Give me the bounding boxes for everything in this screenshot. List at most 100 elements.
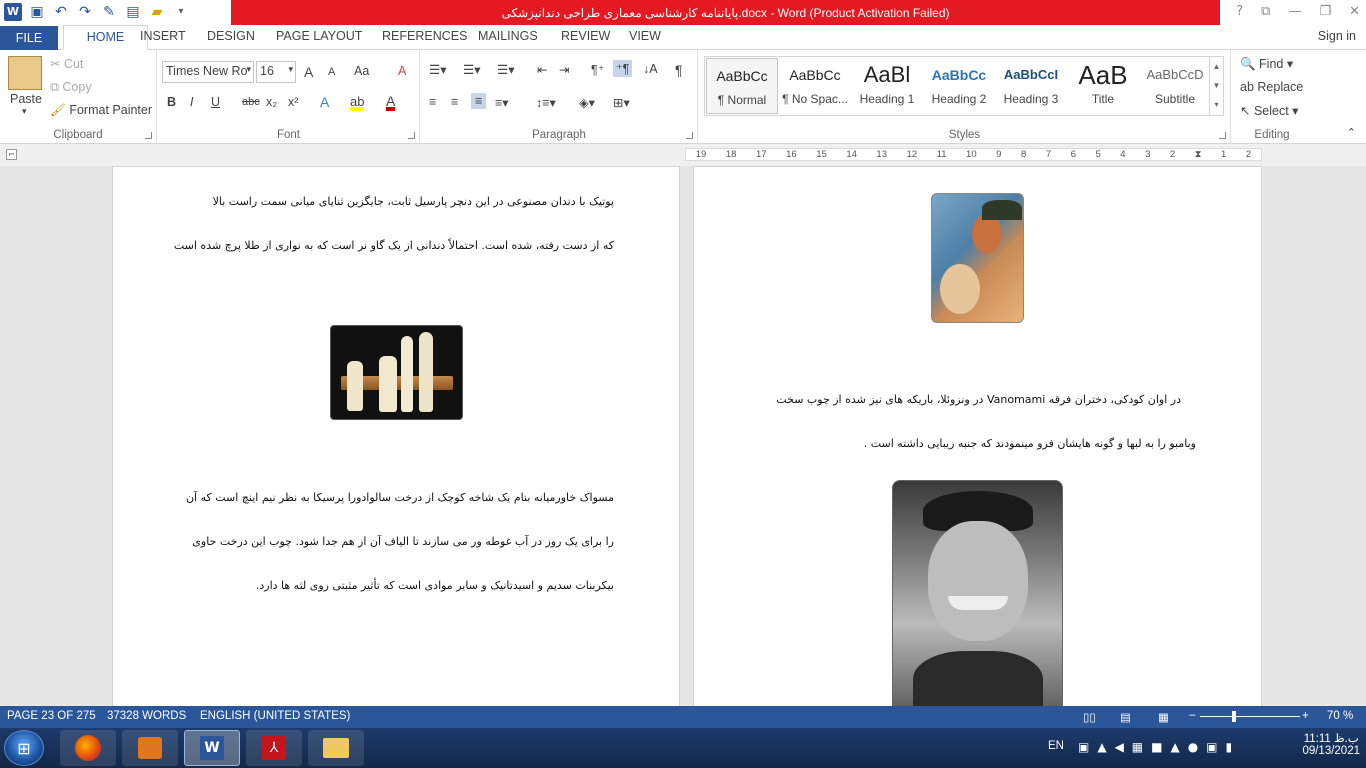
- start-button[interactable]: ⊞: [4, 730, 44, 766]
- change-case-button[interactable]: Aa: [354, 64, 369, 78]
- justify-icon[interactable]: ≡▾: [495, 95, 509, 110]
- borders-icon[interactable]: ⊞▾: [613, 95, 630, 110]
- word-taskbar-icon[interactable]: W: [184, 730, 240, 766]
- line-spacing-icon[interactable]: ↕≡▾: [536, 95, 556, 110]
- acrobat-icon[interactable]: ⅄: [246, 730, 302, 766]
- tab-mailings[interactable]: MAILINGS: [478, 29, 538, 43]
- zoom-out-icon[interactable]: −: [1189, 710, 1196, 722]
- text-effects-icon[interactable]: A: [320, 94, 329, 110]
- copy-button[interactable]: ⧉ Copy: [50, 80, 92, 95]
- font-size-select[interactable]: 16 ▾: [256, 61, 296, 83]
- system-tray-icons[interactable]: ▣▲◀▦■▲●▣▮: [1078, 740, 1240, 754]
- zoom-slider[interactable]: [1200, 716, 1300, 717]
- font-family-select[interactable]: Times New Ro ▾: [162, 61, 254, 83]
- close-icon[interactable]: ✕: [1349, 4, 1360, 19]
- align-left-icon[interactable]: ≡: [429, 95, 436, 109]
- read-mode-icon[interactable]: ▯▯: [1083, 710, 1096, 724]
- tab-file[interactable]: FILE: [0, 26, 58, 50]
- subscript-button[interactable]: x₂: [266, 95, 277, 109]
- replace-button[interactable]: ab Replace: [1240, 80, 1303, 94]
- zoom-in-icon[interactable]: +: [1302, 710, 1309, 722]
- new-doc-icon[interactable]: ✎: [100, 3, 118, 21]
- rtl-icon[interactable]: ⁺¶: [613, 60, 633, 77]
- increase-indent-icon[interactable]: ⇥: [559, 62, 569, 77]
- bold-button[interactable]: B: [167, 95, 176, 109]
- align-right-icon[interactable]: ≡: [471, 93, 487, 109]
- cut-button[interactable]: ✂ Cut: [50, 56, 83, 71]
- styles-scroll[interactable]: ▲ ▼ ▾: [1209, 57, 1223, 115]
- undo-icon[interactable]: ↶: [52, 3, 70, 21]
- style-heading-1[interactable]: AaBl Heading 1: [851, 58, 923, 114]
- style-no-spacing[interactable]: AaBbCc ¶ No Spac...: [779, 58, 851, 114]
- italic-button[interactable]: I: [190, 95, 193, 109]
- redo-icon[interactable]: ↷: [76, 3, 94, 21]
- bullets-icon[interactable]: ☰▾: [429, 62, 446, 77]
- page-count[interactable]: PAGE 23 OF 275: [7, 710, 96, 722]
- style-heading-2[interactable]: AaBbCc Heading 2: [923, 58, 995, 114]
- tab-review[interactable]: REVIEW: [561, 29, 610, 43]
- print-preview-icon[interactable]: ▤: [124, 3, 142, 21]
- shrink-font-button[interactable]: A: [328, 66, 335, 78]
- restore-icon[interactable]: ❐: [1319, 4, 1331, 19]
- tab-insert[interactable]: INSERT: [140, 29, 186, 43]
- underline-button[interactable]: U: [211, 95, 220, 109]
- tab-selector-icon[interactable]: ⌐: [6, 149, 17, 160]
- open-icon[interactable]: ▰: [148, 3, 166, 21]
- sign-in-link[interactable]: Sign in: [1318, 29, 1356, 43]
- word-count[interactable]: 37328 WORDS: [107, 710, 186, 722]
- format-painter-button[interactable]: 🖌 Format Painter: [50, 103, 152, 118]
- styles-launcher-icon[interactable]: [1219, 132, 1226, 139]
- font-color-icon[interactable]: A: [386, 93, 396, 111]
- tab-page-layout[interactable]: PAGE LAYOUT: [276, 29, 362, 43]
- align-center-icon[interactable]: ≡: [451, 95, 458, 109]
- show-marks-button[interactable]: ¶: [675, 62, 683, 78]
- multilevel-list-icon[interactable]: ☰▾: [497, 62, 514, 77]
- indent-marker-icon[interactable]: ⧗: [1195, 149, 1202, 160]
- style-subtitle[interactable]: AaBbCcD Subtitle: [1139, 58, 1211, 114]
- collapse-ribbon-icon[interactable]: ⌃: [1347, 126, 1356, 139]
- help-icon[interactable]: ?: [1236, 4, 1243, 19]
- tab-design[interactable]: DESIGN: [207, 29, 255, 43]
- language-bar[interactable]: EN: [1048, 740, 1064, 752]
- minimize-icon[interactable]: —: [1288, 4, 1301, 19]
- paste-dropdown-icon[interactable]: ▾: [22, 106, 27, 117]
- style-normal[interactable]: AaBbCc ¶ Normal: [706, 58, 778, 114]
- page-right[interactable]: در اوان کودکی، دختران فرقه Vanomami در و…: [693, 166, 1262, 706]
- clipboard-launcher-icon[interactable]: [145, 132, 152, 139]
- language-indicator[interactable]: ENGLISH (UNITED STATES): [200, 710, 350, 722]
- tab-home[interactable]: HOME: [63, 25, 148, 50]
- style-heading-3[interactable]: AaBbCcI Heading 3: [995, 58, 1067, 114]
- paste-icon[interactable]: [8, 56, 42, 90]
- firefox-icon[interactable]: [60, 730, 116, 766]
- save-icon[interactable]: ▣: [28, 3, 46, 21]
- media-player-icon[interactable]: [122, 730, 178, 766]
- decrease-indent-icon[interactable]: ⇤: [537, 62, 547, 77]
- file-explorer-icon[interactable]: [308, 730, 364, 766]
- select-button[interactable]: ↖ Select ▾: [1240, 103, 1298, 118]
- print-layout-icon[interactable]: ▤: [1120, 710, 1131, 724]
- paste-button[interactable]: Paste: [10, 92, 42, 106]
- font-launcher-icon[interactable]: [408, 132, 415, 139]
- clock[interactable]: 11:11 ب.ظ 09/13/2021: [1302, 731, 1360, 757]
- page-left[interactable]: پوتیک با دندان مصنوعی در این دنچر پارسیل…: [112, 166, 680, 706]
- ribbon-display-icon[interactable]: ⧉: [1261, 4, 1270, 19]
- shading-icon[interactable]: ◈▾: [579, 95, 595, 110]
- web-layout-icon[interactable]: ▦: [1158, 710, 1169, 724]
- zoom-thumb[interactable]: [1232, 711, 1236, 722]
- tab-view[interactable]: VIEW: [629, 29, 661, 43]
- grow-font-button[interactable]: A: [304, 64, 313, 80]
- ltr-icon[interactable]: ¶⁺: [591, 62, 604, 77]
- highlight-icon[interactable]: ab: [350, 94, 365, 111]
- tab-references[interactable]: REFERENCES: [382, 29, 467, 43]
- customize-qat-icon[interactable]: ▾: [172, 3, 190, 21]
- sort-icon[interactable]: ↓A: [643, 62, 658, 76]
- find-button[interactable]: 🔍 Find ▾: [1240, 56, 1293, 72]
- superscript-button[interactable]: x²: [288, 95, 298, 109]
- clear-formatting-button[interactable]: A: [398, 64, 406, 78]
- horizontal-ruler[interactable]: 19 18 17 16 15 14 13 12 11 10 9 8 7 6 5 4 3 2 ⧗ 1 2: [685, 148, 1262, 161]
- style-title[interactable]: AaB Title: [1067, 58, 1139, 114]
- zoom-level[interactable]: 70 %: [1327, 710, 1353, 722]
- numbering-icon[interactable]: ☰▾: [463, 62, 480, 77]
- paragraph-launcher-icon[interactable]: [686, 132, 693, 139]
- strikethrough-button[interactable]: abc: [242, 96, 260, 108]
